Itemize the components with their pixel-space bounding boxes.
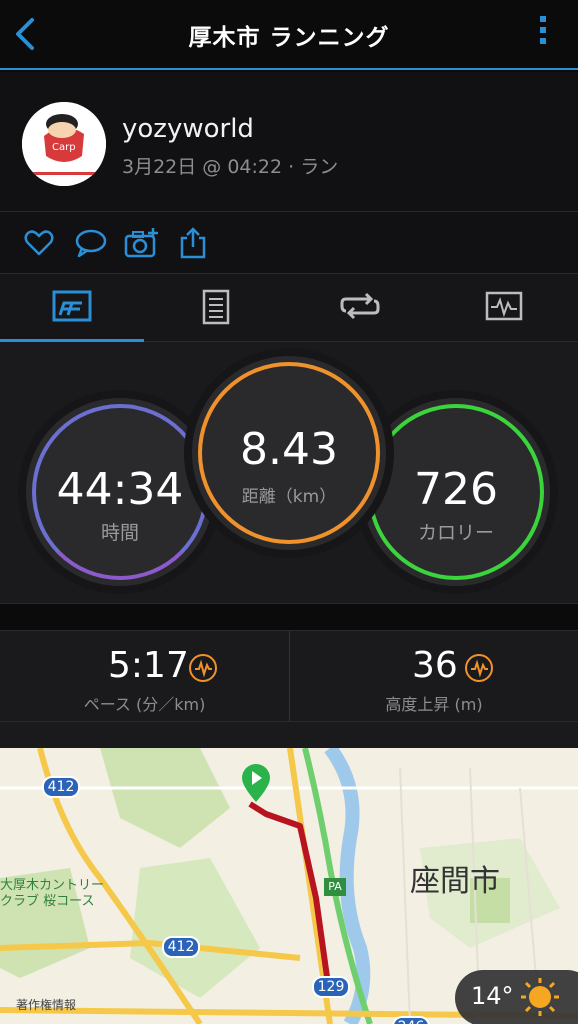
stats-icon <box>52 290 92 322</box>
calories-stat: 726 カロリー <box>362 398 550 586</box>
route-shield-412: 412 <box>42 776 80 798</box>
tab-details[interactable] <box>144 274 288 342</box>
route-shield-246: 246 <box>392 1016 430 1024</box>
page-title: 厚木市 ランニング <box>188 25 390 51</box>
elevation-metric[interactable]: 36 高度上昇 (m) <box>289 631 578 723</box>
laps-icon <box>340 292 380 320</box>
weather-badge: 14° <box>455 970 578 1024</box>
add-photo-icon[interactable] <box>124 226 158 260</box>
details-icon <box>202 289 230 325</box>
time-label: 時間 <box>100 522 139 544</box>
pace-label: ペース (分／km) <box>83 695 206 714</box>
tab-bar <box>0 274 578 342</box>
tab-laps[interactable] <box>288 274 432 342</box>
temperature-value: 14° <box>471 982 514 1010</box>
map-attribution[interactable]: 著作権情報 <box>16 996 76 1013</box>
elevation-value: 36 <box>412 645 458 686</box>
pace-metric[interactable]: 5:17 ペース (分／km) <box>0 631 289 723</box>
gauge-icon <box>465 654 493 682</box>
gauge-icon <box>189 654 217 682</box>
route-shield-412: 412 <box>162 936 200 958</box>
tab-charts[interactable] <box>432 274 576 342</box>
pace-value: 5:17 <box>108 645 189 686</box>
distance-stat: 8.43 距離（km） <box>192 356 386 550</box>
distance-value: 8.43 <box>240 424 338 475</box>
heart-icon[interactable] <box>22 226 56 260</box>
vertical-dots-icon[interactable] <box>538 16 548 52</box>
parking-area-badge: PA <box>324 878 346 896</box>
route-map[interactable]: 412 412 129 246 PA 座間市 大厚木カントリー クラブ 桜コース… <box>0 748 578 1024</box>
tab-stats[interactable] <box>0 274 144 342</box>
share-icon[interactable] <box>178 226 212 260</box>
summary-stats: 44:34 時間 726 カロリー 8.43 距離（km） <box>0 342 578 604</box>
navigation-bar: 厚木市 ランニング <box>0 0 578 70</box>
svg-text:Carp: Carp <box>52 142 76 153</box>
start-marker-icon[interactable] <box>240 762 272 804</box>
username[interactable]: yozyworld <box>122 114 254 144</box>
time-value: 44:34 <box>56 464 184 515</box>
time-stat: 44:34 時間 <box>26 398 214 586</box>
calories-label: カロリー <box>417 522 494 544</box>
action-bar <box>0 212 578 274</box>
activity-meta: 3月22日 @ 04:22 · ラン <box>122 156 339 178</box>
city-label: 座間市 <box>410 864 500 899</box>
secondary-metrics: 5:17 ペース (分／km) 36 高度上昇 (m) <box>0 630 578 723</box>
calories-value: 726 <box>414 464 498 515</box>
sun-icon <box>521 978 559 1016</box>
elevation-label: 高度上昇 (m) <box>385 695 483 714</box>
avatar[interactable]: Carp <box>22 102 106 186</box>
activity-header: Carp yozyworld 3月22日 @ 04:22 · ラン <box>0 72 578 212</box>
route-shield-129: 129 <box>312 976 350 998</box>
chart-icon <box>485 291 523 321</box>
separator <box>0 722 578 748</box>
comment-icon[interactable] <box>74 226 108 260</box>
distance-label: 距離（km） <box>241 487 337 507</box>
golf-course-label: 大厚木カントリー クラブ 桜コース <box>0 878 105 909</box>
